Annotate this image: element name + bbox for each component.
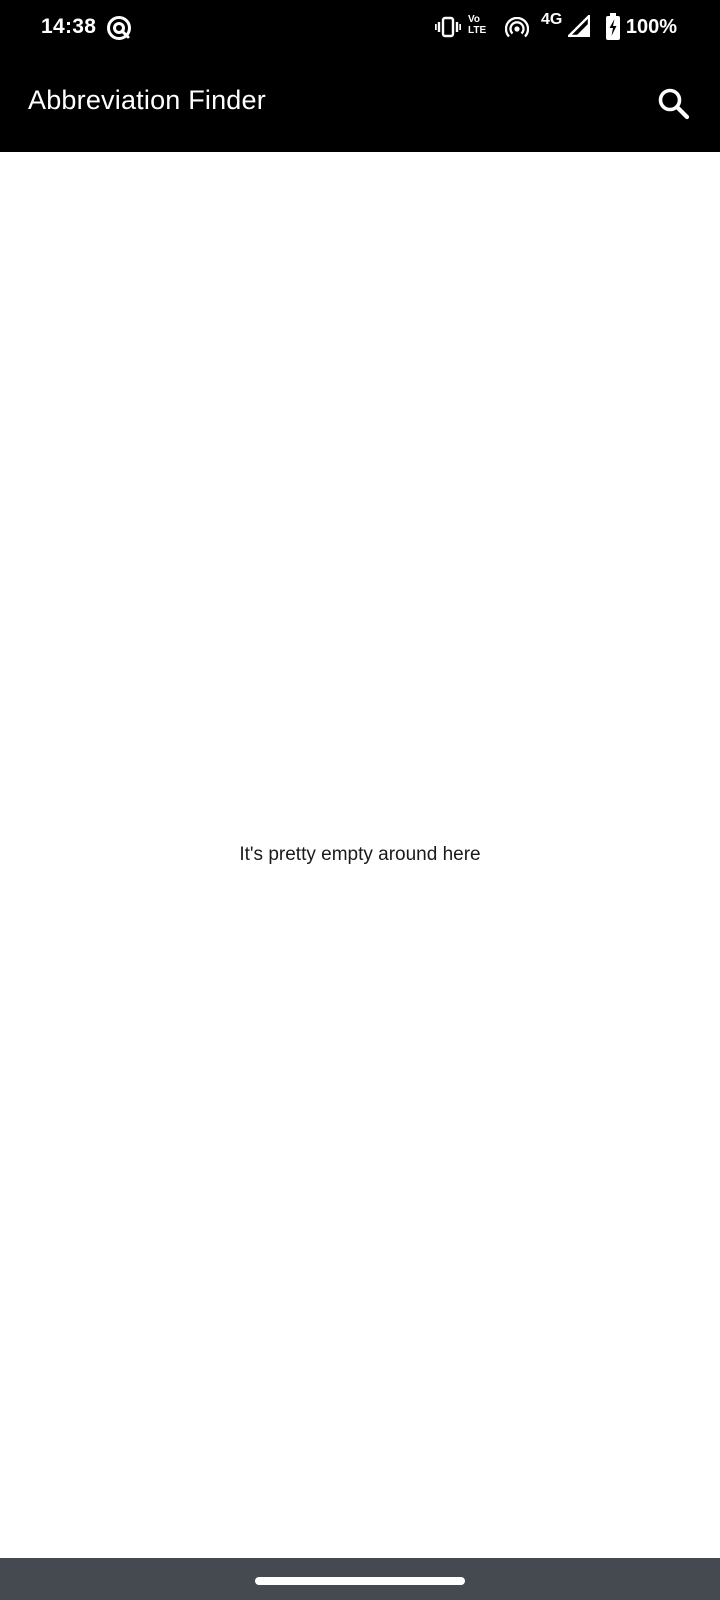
search-icon [658,88,690,120]
sync-app-icon [107,16,131,40]
status-time: 14:38 [41,15,97,38]
signal-icon [568,15,590,37]
hotspot-icon [505,17,529,38]
app-bar: Abbreviation Finder [0,56,720,152]
battery-charging-icon [606,13,620,40]
battery-level: 100% [625,16,677,38]
search-button[interactable] [646,76,702,132]
app-screen: 14:38 Vo LTE 4G 100% Abbreviation Finder… [0,0,720,1600]
volte-bottom-label: LTE [468,25,487,36]
navigation-bar [0,1558,720,1600]
network-type: 4G [541,11,563,28]
app-title: Abbreviation Finder [28,85,266,115]
vibrate-icon [435,16,461,38]
volte-top-label: Vo [468,14,481,25]
volte-icon: Vo LTE [468,14,486,36]
empty-state-message: It's pretty empty around here [239,844,481,865]
content-area: It's pretty empty around here [0,152,720,1558]
status-bar: 14:38 Vo LTE 4G 100% [0,0,720,56]
home-handle[interactable] [255,1577,465,1585]
